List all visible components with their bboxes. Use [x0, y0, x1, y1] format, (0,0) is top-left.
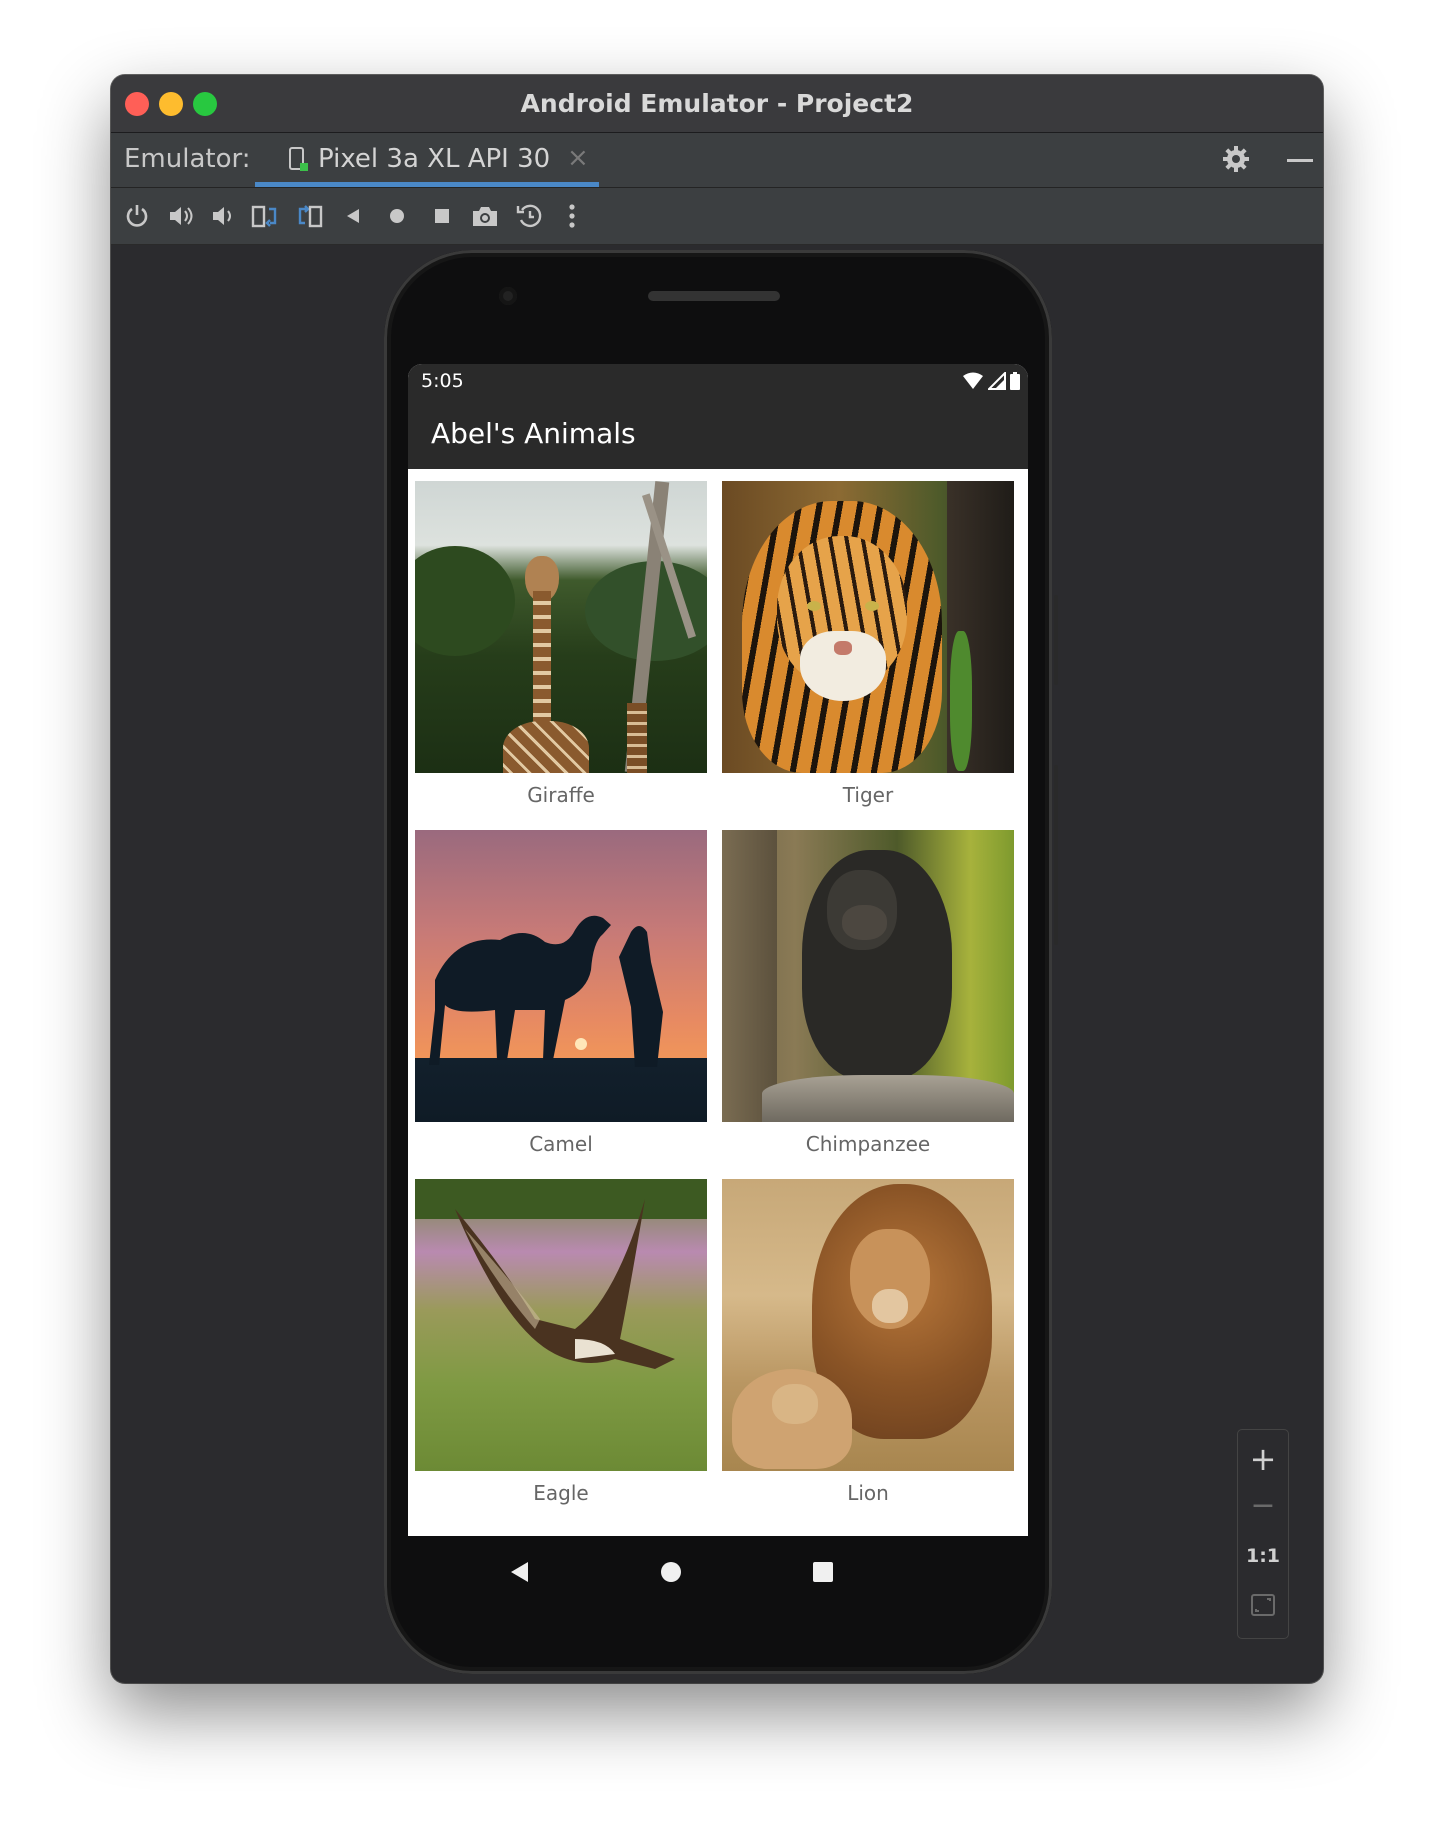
animal-card-lion[interactable]: Lion [722, 1179, 1014, 1505]
animal-card-giraffe[interactable]: Giraffe [415, 481, 707, 807]
front-camera [499, 287, 517, 305]
camel-photo [415, 830, 707, 1122]
nav-back-icon[interactable] [508, 1560, 532, 1584]
snapshot-icon[interactable] [515, 201, 545, 231]
device-icon [289, 147, 308, 171]
fit-screen-icon[interactable] [1251, 1594, 1275, 1616]
eagle-photo [415, 1179, 707, 1471]
overview-icon[interactable] [427, 201, 457, 231]
app-bar: Abel's Animals [408, 400, 1028, 469]
emulator-window: Android Emulator - Project2 Emulator: Pi… [111, 75, 1323, 1683]
more-icon[interactable] [557, 201, 587, 231]
device-screen[interactable]: 5:05 Abel's Animals Giraffe Tiger Camel … [408, 364, 1028, 1536]
tab-pixel-3a-xl[interactable]: Pixel 3a XL API 30 × [255, 133, 599, 187]
giraffe-photo [415, 481, 707, 773]
animal-card-eagle[interactable]: Eagle [415, 1179, 707, 1505]
animal-card-chimpanzee[interactable]: Chimpanzee [722, 830, 1014, 1156]
emulator-label: Emulator: [124, 144, 251, 174]
animal-name: Tiger [842, 783, 894, 807]
nav-home-icon[interactable] [660, 1561, 682, 1583]
animal-name: Camel [529, 1132, 593, 1156]
animal-name: Chimpanzee [805, 1132, 931, 1156]
signal-icon [988, 372, 1006, 390]
animal-card-camel[interactable]: Camel [415, 830, 707, 1156]
status-bar: 5:05 [408, 364, 1028, 400]
actual-size-button[interactable]: 1:1 [1238, 1545, 1288, 1567]
zoom-controls: + − 1:1 [1237, 1429, 1289, 1639]
battery-icon [1010, 372, 1020, 390]
animal-name: Giraffe [527, 783, 595, 807]
tab-title: Pixel 3a XL API 30 [318, 144, 551, 174]
app-title: Abel's Animals [431, 417, 636, 450]
window-title: Android Emulator - Project2 [520, 89, 914, 118]
animal-name: Eagle [533, 1481, 589, 1505]
zoom-out-button[interactable]: − [1238, 1488, 1288, 1523]
home-icon[interactable] [382, 201, 412, 231]
minimize-panel-icon[interactable] [1287, 159, 1313, 162]
animal-card-tiger[interactable]: Tiger [722, 481, 1014, 807]
tab-bar: Emulator: Pixel 3a XL API 30 × [111, 133, 1323, 188]
chimpanzee-photo [722, 830, 1014, 1122]
rotate-right-icon[interactable] [294, 201, 324, 231]
status-time: 5:05 [421, 370, 464, 392]
emulator-toolbar [111, 188, 1323, 245]
gear-icon[interactable] [1222, 145, 1250, 173]
title-bar: Android Emulator - Project2 [111, 75, 1323, 133]
navigation-bar [408, 1536, 1028, 1606]
tiger-photo [722, 481, 1014, 773]
volume-up-icon[interactable] [166, 201, 196, 231]
nav-overview-icon[interactable] [812, 1561, 834, 1583]
screenshot-icon[interactable] [470, 201, 500, 231]
power-side-button [1054, 765, 1058, 945]
active-tab-indicator [255, 182, 599, 187]
back-icon[interactable] [338, 201, 368, 231]
wifi-icon [963, 372, 983, 389]
rotate-left-icon[interactable] [251, 201, 281, 231]
lion-photo [722, 1179, 1014, 1471]
close-tab-icon[interactable]: × [567, 143, 589, 173]
volume-down-icon[interactable] [208, 201, 238, 231]
earpiece-speaker [648, 291, 780, 301]
volume-side-button [1054, 595, 1058, 685]
power-icon[interactable] [122, 201, 152, 231]
zoom-in-button[interactable]: + [1238, 1440, 1288, 1478]
animal-name: Lion [847, 1481, 889, 1505]
phone-frame: 5:05 Abel's Animals Giraffe Tiger Camel … [384, 250, 1052, 1674]
